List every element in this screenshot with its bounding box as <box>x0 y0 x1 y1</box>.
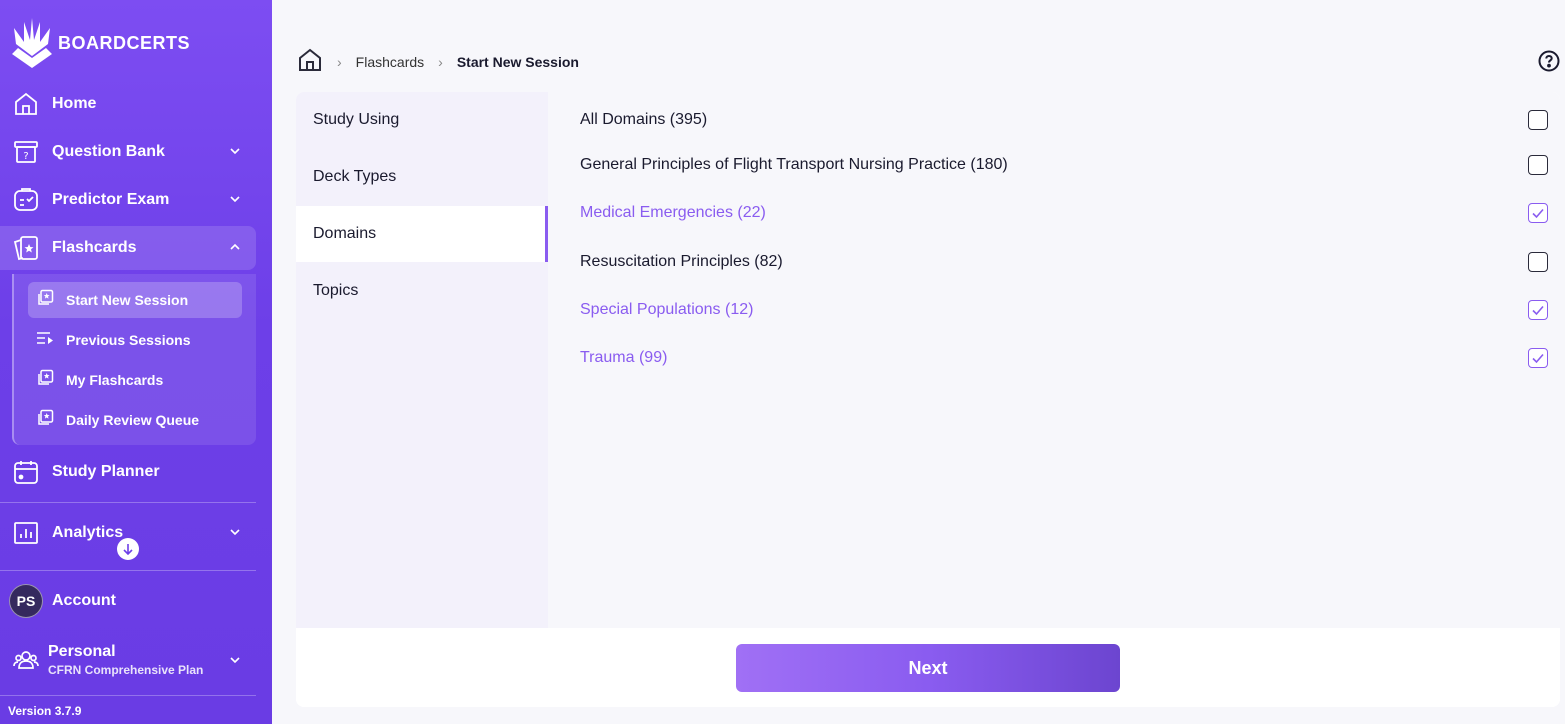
sidebar-divider <box>0 570 256 571</box>
sidebar-item-flashcards[interactable]: Flashcards <box>0 226 256 270</box>
tab-domains[interactable]: Domains <box>296 206 548 262</box>
domain-option[interactable]: Resuscitation Principles (82) <box>580 246 1548 278</box>
submenu-item-start-new-session[interactable]: Start New Session <box>28 282 242 318</box>
breadcrumb-current: Start New Session <box>456 53 579 70</box>
home-icon <box>12 90 40 118</box>
cards-star-icon <box>36 289 54 312</box>
brand-name: BOARDCERTS <box>58 32 191 53</box>
svg-text:?: ? <box>23 151 28 162</box>
submenu-item-label: Daily Review Queue <box>66 412 200 428</box>
brand-logo[interactable]: BOARDCERTS <box>10 18 190 68</box>
sidebar-item-label: Account <box>52 592 116 609</box>
sidebar-item-predictor-exam[interactable]: Predictor Exam <box>0 178 256 222</box>
domain-label: All Domains (395) <box>580 111 708 128</box>
domain-label: Medical Emergencies (22) <box>580 204 766 221</box>
sidebar-item-label: Flashcards <box>52 239 137 256</box>
submenu-item-label: Start New Session <box>66 292 189 308</box>
domain-checkbox[interactable] <box>1528 252 1548 272</box>
plan-selector[interactable]: Personal CFRN Comprehensive Plan <box>0 636 256 684</box>
flashcard-star-icon <box>12 234 40 262</box>
sidebar-item-account[interactable]: PS Account <box>0 579 256 623</box>
checkmark-icon <box>1532 305 1544 316</box>
chevron-down-icon[interactable] <box>228 192 242 211</box>
domain-label: Special Populations (12) <box>580 301 754 318</box>
card-footer: Next <box>296 628 1560 707</box>
bar-chart-icon <box>12 519 40 547</box>
cards-star-icon <box>36 409 54 432</box>
question-box-icon: ? <box>12 138 40 166</box>
next-button[interactable]: Next <box>736 644 1120 692</box>
chevron-up-icon[interactable] <box>228 240 242 259</box>
domain-checkbox[interactable] <box>1528 348 1548 368</box>
submenu-item-daily-review-queue[interactable]: Daily Review Queue <box>28 402 242 438</box>
flashcards-submenu: Start New Session Previous Sessions My F… <box>12 274 256 445</box>
cards-star-icon <box>36 369 54 392</box>
domain-checkbox[interactable] <box>1528 110 1548 130</box>
domain-checkbox[interactable] <box>1528 300 1548 320</box>
plan-description: CFRN Comprehensive Plan <box>48 663 204 677</box>
clipboard-check-icon <box>12 186 40 214</box>
domain-options: All Domains (395) General Principles of … <box>548 92 1560 628</box>
sidebar: BOARDCERTS Home ? Question Bank Predicto… <box>0 0 272 724</box>
sidebar-divider <box>0 695 256 696</box>
sidebar-item-study-planner[interactable]: Study Planner <box>0 450 256 494</box>
users-icon <box>12 646 40 674</box>
tab-deck-types[interactable]: Deck Types <box>296 149 548 205</box>
submenu-item-label: Previous Sessions <box>66 332 191 348</box>
domain-checkbox[interactable] <box>1528 155 1548 175</box>
calendar-icon <box>12 458 40 486</box>
sidebar-item-label: Predictor Exam <box>52 191 170 208</box>
domain-checkbox[interactable] <box>1528 203 1548 223</box>
sidebar-item-label: Home <box>52 95 97 112</box>
tab-study-using[interactable]: Study Using <box>296 92 548 148</box>
domain-option[interactable]: Special Populations (12) <box>580 294 1548 326</box>
breadcrumb: › Flashcards › Start New Session <box>297 47 579 76</box>
help-icon[interactable] <box>1538 50 1560 72</box>
domain-option[interactable]: Trauma (99) <box>580 342 1548 374</box>
sidebar-item-label: Question Bank <box>52 143 165 160</box>
breadcrumb-separator-icon: › <box>438 53 443 70</box>
list-play-icon <box>36 329 54 352</box>
domain-option[interactable]: Medical Emergencies (22) <box>580 197 1548 229</box>
home-icon[interactable] <box>297 47 323 76</box>
submenu-item-my-flashcards[interactable]: My Flashcards <box>28 362 242 398</box>
chevron-down-icon[interactable] <box>228 525 242 544</box>
setup-tabs: Study Using Deck Types Domains Topics <box>296 92 548 628</box>
sidebar-item-home[interactable]: Home <box>0 82 256 126</box>
submenu-item-previous-sessions[interactable]: Previous Sessions <box>28 322 242 358</box>
sidebar-item-question-bank[interactable]: ? Question Bank <box>0 130 256 174</box>
session-setup-card: Study Using Deck Types Domains Topics Al… <box>296 92 1560 707</box>
breadcrumb-separator-icon: › <box>337 53 342 70</box>
domain-label: General Principles of Flight Transport N… <box>580 156 1008 173</box>
domain-option[interactable]: General Principles of Flight Transport N… <box>580 149 1548 181</box>
plan-name: Personal <box>48 643 116 660</box>
checkmark-icon <box>1532 353 1544 364</box>
scroll-down-button[interactable] <box>117 538 139 560</box>
sidebar-item-label: Study Planner <box>52 463 160 480</box>
logo-icon <box>12 18 52 68</box>
sidebar-divider <box>0 502 256 503</box>
submenu-item-label: My Flashcards <box>66 372 164 388</box>
breadcrumb-flashcards[interactable]: Flashcards <box>356 54 424 70</box>
chevron-down-icon[interactable] <box>228 653 242 672</box>
domain-label: Resuscitation Principles (82) <box>580 253 783 270</box>
avatar: PS <box>9 584 43 618</box>
arrow-down-icon <box>123 544 133 555</box>
app-version: Version 3.7.9 <box>8 704 82 718</box>
domain-label: Trauma (99) <box>580 349 668 366</box>
domain-option[interactable]: All Domains (395) <box>580 104 1548 136</box>
chevron-down-icon[interactable] <box>228 144 242 163</box>
tab-topics[interactable]: Topics <box>296 263 548 319</box>
sidebar-item-label: Analytics <box>52 524 124 541</box>
checkmark-icon <box>1532 208 1544 219</box>
